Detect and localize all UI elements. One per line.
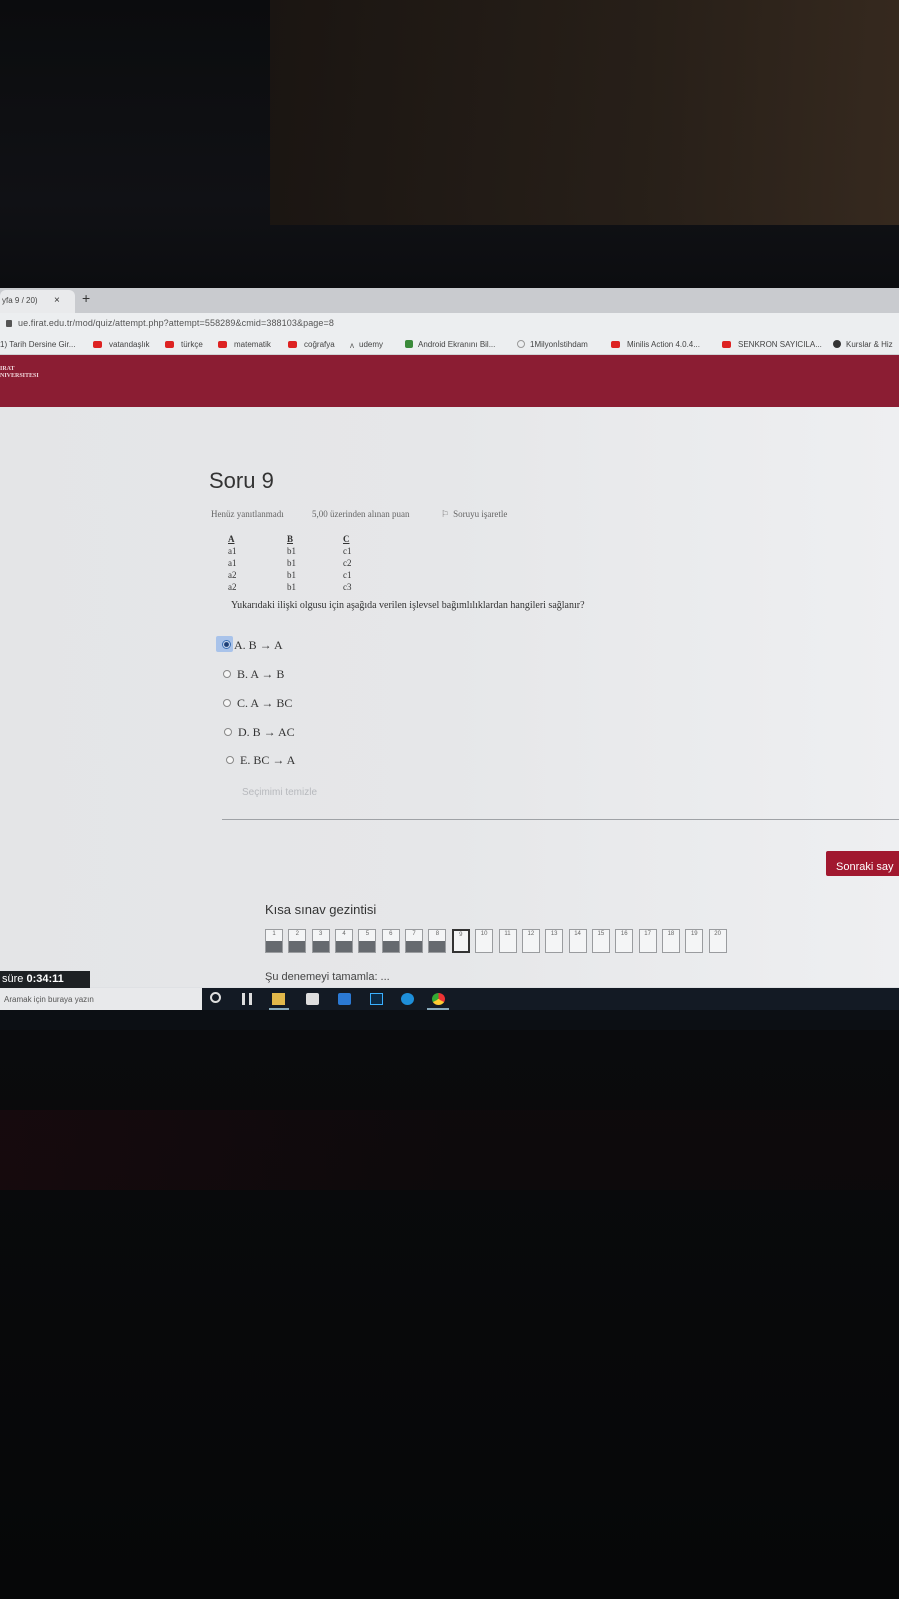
quiz-nav-page-9[interactable]: 9 bbox=[451, 929, 470, 953]
quiz-navigation-title: Kısa sınav gezintisi bbox=[265, 902, 377, 917]
question-title: Soru 9 bbox=[209, 468, 274, 493]
new-tab-button[interactable]: + bbox=[82, 290, 90, 306]
radio-icon[interactable] bbox=[223, 670, 231, 678]
next-page-button[interactable]: Sonraki say bbox=[826, 851, 899, 876]
bookmark-item[interactable]: Minilis Action 4.0.4... bbox=[611, 340, 700, 349]
android-icon bbox=[405, 340, 413, 348]
timer-value: 0:34:11 bbox=[26, 973, 64, 985]
lock-icon bbox=[6, 320, 12, 327]
table-column-a: A a1 a1 a2 a2 bbox=[228, 534, 237, 592]
quiz-nav-page-4[interactable]: 4 bbox=[335, 929, 354, 953]
quiz-nav-page-17[interactable]: 17 bbox=[638, 929, 657, 953]
browser-tab[interactable]: yfa 9 / 20) × bbox=[0, 290, 75, 313]
youtube-icon bbox=[611, 341, 620, 348]
bookmark-item[interactable]: vatandaşlık bbox=[93, 340, 149, 349]
bookmark-item[interactable]: SENKRON SAYICILA... bbox=[722, 340, 822, 349]
taskbar: Aramak için buraya yazın bbox=[0, 988, 899, 1030]
radio-icon[interactable] bbox=[226, 756, 234, 764]
clear-selection-link[interactable]: Seçimimi temizle bbox=[242, 787, 317, 798]
quiz-content: Soru 9 Henüz yanıtlanmadı 5,00 üzerinden… bbox=[0, 407, 899, 987]
udemy-icon: ʌ bbox=[350, 341, 354, 350]
file-explorer-icon[interactable] bbox=[272, 993, 285, 1005]
bookmark-item[interactable]: 1Milyonİstihdam bbox=[517, 340, 588, 349]
quiz-nav-page-8[interactable]: 8 bbox=[428, 929, 447, 953]
question-status: Henüz yanıtlanmadı bbox=[211, 509, 284, 519]
quiz-nav-page-2[interactable]: 2 bbox=[288, 929, 307, 953]
bookmark-item[interactable]: 1) Tarih Dersine Gir... bbox=[0, 340, 75, 349]
quiz-nav-page-5[interactable]: 5 bbox=[358, 929, 377, 953]
photoshop-icon[interactable] bbox=[370, 993, 383, 1005]
quiz-nav-page-6[interactable]: 6 bbox=[381, 929, 400, 953]
quiz-nav-page-11[interactable]: 11 bbox=[498, 929, 517, 953]
taskbar-search[interactable]: Aramak için buraya yazın bbox=[0, 988, 202, 1010]
quiz-nav-page-14[interactable]: 14 bbox=[568, 929, 587, 953]
radio-icon[interactable] bbox=[223, 699, 231, 707]
background-glow bbox=[270, 0, 899, 225]
bookmark-item[interactable]: türkçe bbox=[165, 340, 203, 349]
finish-attempt-link[interactable]: Şu denemeyi tamamla: ... bbox=[265, 971, 390, 983]
quiz-nav-page-19[interactable]: 19 bbox=[685, 929, 704, 953]
question-points: 5,00 üzerinden alınan puan bbox=[312, 509, 410, 519]
bookmarks-bar: 1) Tarih Dersine Gir... vatandaşlık türk… bbox=[0, 335, 899, 355]
radio-icon[interactable] bbox=[224, 728, 232, 736]
site-header: IRAT NIVERSITESI bbox=[0, 355, 899, 407]
flag-question-link[interactable]: ⚐ Soruyu işaretle bbox=[441, 509, 507, 520]
timer: süre 0:34:11 bbox=[0, 971, 90, 988]
browser-window: yfa 9 / 20) × + ue.firat.edu.tr/mod/quiz… bbox=[0, 288, 899, 1030]
tab-title: yfa 9 / 20) bbox=[2, 296, 38, 305]
radio-selected-icon[interactable] bbox=[222, 640, 231, 649]
store-icon[interactable] bbox=[306, 993, 319, 1005]
desk-reflection bbox=[0, 1110, 899, 1190]
university-logo[interactable]: IRAT NIVERSITESI bbox=[0, 366, 39, 380]
youtube-icon bbox=[288, 341, 297, 348]
question-text: Yukarıdaki ilişki olgusu için aşağıda ve… bbox=[231, 600, 585, 611]
quiz-nav-page-1[interactable]: 1 bbox=[265, 929, 283, 953]
quiz-nav-page-10[interactable]: 10 bbox=[475, 929, 494, 953]
tab-bar: yfa 9 / 20) × + bbox=[0, 288, 899, 313]
globe-icon bbox=[517, 340, 525, 348]
address-bar[interactable]: ue.firat.edu.tr/mod/quiz/attempt.php?att… bbox=[0, 313, 899, 335]
flag-icon: ⚐ bbox=[441, 509, 450, 519]
table-column-c: C c1 c2 c1 c3 bbox=[343, 534, 352, 592]
close-tab-icon[interactable]: × bbox=[54, 295, 60, 306]
quiz-nav-page-7[interactable]: 7 bbox=[405, 929, 424, 953]
quiz-nav-page-15[interactable]: 15 bbox=[591, 929, 610, 953]
task-view-icon[interactable] bbox=[242, 993, 252, 1005]
chrome-icon[interactable] bbox=[432, 993, 445, 1005]
url-text[interactable]: ue.firat.edu.tr/mod/quiz/attempt.php?att… bbox=[18, 318, 334, 328]
cortana-icon[interactable] bbox=[210, 992, 221, 1003]
mail-icon[interactable] bbox=[338, 993, 351, 1005]
quiz-nav-page-3[interactable]: 3 bbox=[311, 929, 330, 953]
quiz-nav-page-16[interactable]: 16 bbox=[615, 929, 634, 953]
table-column-b: B b1 b1 b1 b1 bbox=[287, 534, 296, 592]
photo-frame: yfa 9 / 20) × + ue.firat.edu.tr/mod/quiz… bbox=[0, 0, 899, 1599]
bookmark-item[interactable]: Kurslar & Hiz bbox=[833, 340, 893, 349]
bookmark-item[interactable]: Android Ekranını Bil... bbox=[405, 340, 495, 349]
bookmark-item[interactable]: coğrafya bbox=[288, 340, 335, 349]
quiz-nav-page-13[interactable]: 13 bbox=[545, 929, 564, 953]
quiz-nav-page-20[interactable]: 20 bbox=[708, 929, 727, 953]
divider bbox=[222, 819, 899, 820]
quiz-nav-page-18[interactable]: 18 bbox=[661, 929, 680, 953]
youtube-icon bbox=[165, 341, 174, 348]
d-icon bbox=[833, 340, 841, 348]
youtube-icon bbox=[93, 341, 102, 348]
quiz-nav-page-12[interactable]: 12 bbox=[521, 929, 540, 953]
bookmark-item[interactable]: ʌ udemy bbox=[350, 340, 383, 350]
youtube-icon bbox=[722, 341, 731, 348]
youtube-icon bbox=[218, 341, 227, 348]
bookmark-item[interactable]: matematik bbox=[218, 340, 271, 349]
edge-icon[interactable] bbox=[401, 993, 414, 1005]
